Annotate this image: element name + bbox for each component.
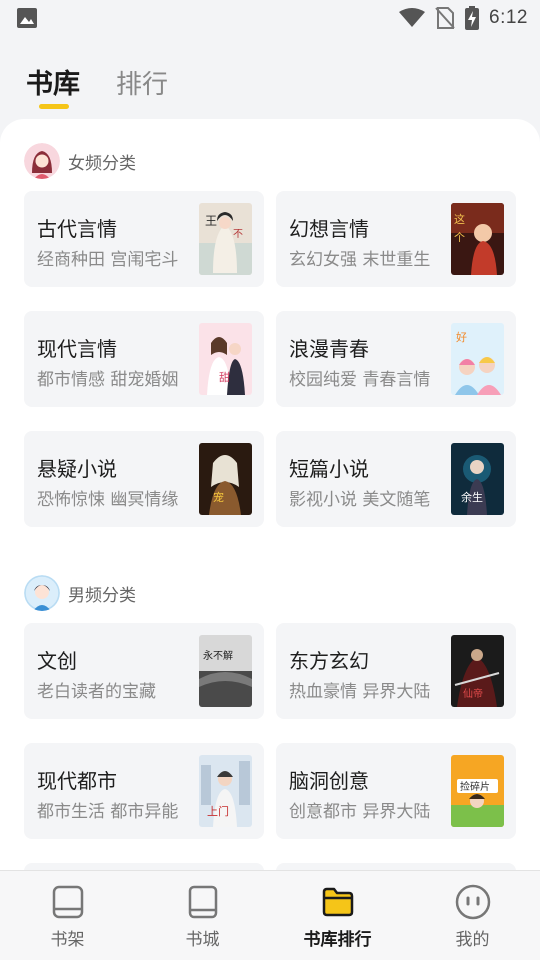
svg-text:仙帝: 仙帝 [463,687,483,700]
urban-cover: 上门 [199,755,252,827]
modern-romance-cover: 甜 [199,323,252,395]
top-tabs: 书库 排行 [26,62,168,109]
category-card-short-story[interactable]: 短篇小说 影视小说 美文随笔 余生 [276,431,516,527]
profile-face-icon [455,883,491,921]
card-subtitle: 都市情感 甜宠婚姻 [37,370,179,390]
nav-label: 我的 [455,930,490,950]
svg-text:宠: 宠 [213,490,224,504]
svg-text:甜: 甜 [219,371,230,384]
battery-charging-icon [465,6,480,30]
card-title: 现代都市 [37,769,117,793]
bookshelf-icon [52,883,84,921]
active-tab-indicator [39,104,69,109]
card-title: 短篇小说 [289,457,369,481]
svg-text:个: 个 [454,231,465,244]
category-card-eastern-fantasy[interactable]: 东方玄幻 热血豪情 异界大陆 仙帝 [276,623,516,719]
card-title: 悬疑小说 [37,457,117,481]
card-subtitle: 恐怖惊悚 幽冥情缘 [37,490,179,510]
card-title: 幻想言情 [289,217,369,241]
svg-text:永不解: 永不解 [203,649,233,662]
section-title-male: 男频分类 [68,585,136,606]
nav-bookshelf[interactable]: 书架 [0,871,135,960]
short-story-cover: 余生 [451,443,504,515]
nav-library-ranking[interactable]: 书库排行 [270,871,405,960]
svg-text:捡碎片: 捡碎片 [460,780,490,793]
card-title: 东方玄幻 [289,649,369,673]
category-card-modern-romance[interactable]: 现代言情 都市情感 甜宠婚姻 甜 [24,311,264,407]
creative-idea-cover: 捡碎片 [451,755,504,827]
male-avatar-icon [24,575,60,611]
nav-label: 书城 [185,930,220,950]
suspense-cover: 宠 [199,443,252,515]
category-card-urban[interactable]: 现代都市 都市生活 都市异能 上门 [24,743,264,839]
card-subtitle: 都市生活 都市异能 [37,802,179,822]
card-subtitle: 影视小说 美文随笔 [289,490,431,510]
svg-text:余生: 余生 [461,490,483,504]
category-card-creative-idea[interactable]: 脑洞创意 创意都市 异界大陆 捡碎片 [276,743,516,839]
wifi-icon [399,8,426,28]
tab-library-label: 书库 [26,69,80,100]
card-title: 文创 [37,649,77,673]
card-title: 脑洞创意 [289,769,369,793]
section-header-female: 女频分类 [24,143,136,179]
youth-romance-cover: 好 [451,323,504,395]
status-time: 6:12 [489,7,528,28]
nav-bookstore[interactable]: 书城 [135,871,270,960]
ancient-romance-cover: 王 不 [199,203,252,275]
no-sim-icon [435,6,455,30]
card-subtitle: 热血豪情 异界大陆 [289,682,431,702]
category-card-youth-romance[interactable]: 浪漫青春 校园纯爱 青春言情 好 [276,311,516,407]
category-card-ancient-romance[interactable]: 古代言情 经商种田 宫闱宅斗 王 不 [24,191,264,287]
creative-cover: 永不解 [199,635,252,707]
tab-library[interactable]: 书库 [26,62,80,109]
category-panel[interactable]: 女频分类 古代言情 经商种田 宫闱宅斗 王 不 幻想言情 玄幻女强 末世重生 这… [0,119,540,879]
tab-ranking[interactable]: 排行 [116,64,168,101]
card-subtitle: 创意都市 异界大陆 [289,802,431,822]
svg-text:上门: 上门 [207,804,229,818]
nav-label: 书架 [50,930,85,950]
card-subtitle: 经商种田 宫闱宅斗 [37,250,179,270]
card-title: 现代言情 [37,337,117,361]
tab-ranking-label: 排行 [116,70,169,100]
card-subtitle: 校园纯爱 青春言情 [289,370,431,390]
card-title: 古代言情 [37,217,117,241]
bottom-nav: 书架 书城 书库排行 我的 [0,870,540,960]
category-card-fantasy-romance[interactable]: 幻想言情 玄幻女强 末世重生 这 个 [276,191,516,287]
nav-label: 书库排行 [303,930,372,950]
svg-text:不: 不 [233,229,243,240]
image-icon [16,7,38,29]
section-title-female: 女频分类 [68,153,136,174]
fantasy-romance-cover: 这 个 [451,203,504,275]
category-card-creative[interactable]: 文创 老白读者的宝藏 永不解 [24,623,264,719]
nav-profile[interactable]: 我的 [405,871,540,960]
svg-text:好: 好 [456,330,467,344]
svg-text:王: 王 [205,214,217,228]
card-title: 浪漫青春 [289,337,369,361]
section-header-male: 男频分类 [24,575,136,611]
card-subtitle: 玄幻女强 末世重生 [289,250,431,270]
eastern-fantasy-cover: 仙帝 [451,635,504,707]
category-card-suspense[interactable]: 悬疑小说 恐怖惊悚 幽冥情缘 宠 [24,431,264,527]
female-avatar-icon [24,143,60,179]
svg-text:这: 这 [454,212,465,226]
card-subtitle: 老白读者的宝藏 [37,682,156,702]
book-icon [188,883,218,921]
folder-icon [321,883,355,921]
status-bar: 6:12 [0,0,540,36]
